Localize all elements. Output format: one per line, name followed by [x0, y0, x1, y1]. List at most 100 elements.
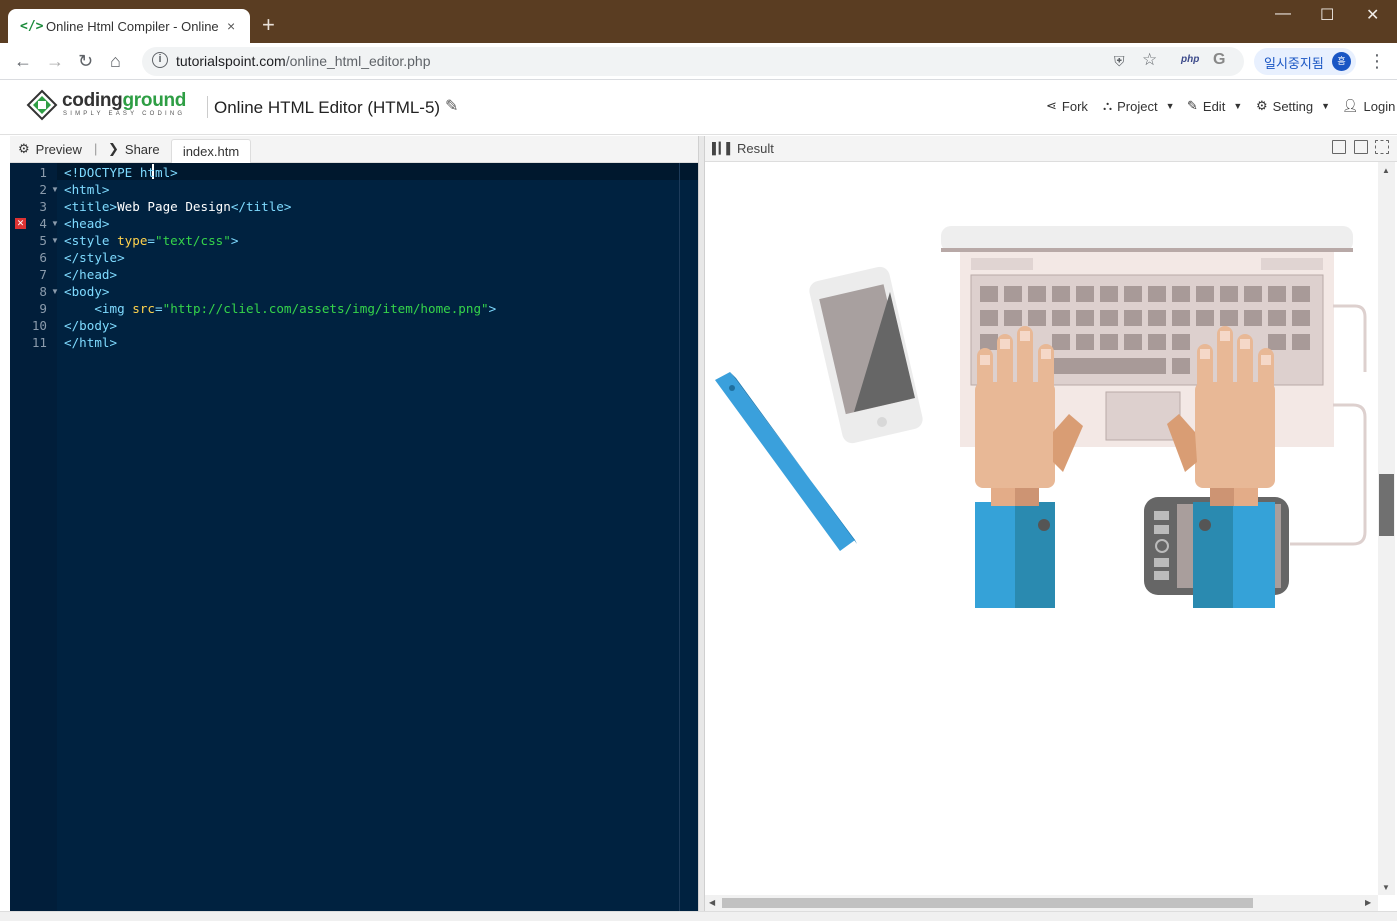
result-preview: ▲ ▼ ◀ ▶ [705, 162, 1397, 911]
gears-icon: ⚙ [18, 141, 30, 156]
reload-icon[interactable]: ↻ [78, 51, 93, 72]
setting-label: Setting [1272, 98, 1314, 114]
phone-icon [809, 266, 923, 444]
workspace-illustration [715, 226, 1367, 608]
url-path: /online_html_editor.php [285, 53, 431, 69]
code-line: <title>Web Page Design</title> [64, 199, 292, 214]
browser-menu-icon[interactable]: ⋮ [1368, 51, 1386, 72]
code-text-area[interactable]: <!DOCTYPE html> <html> <title>Web Page D… [57, 163, 729, 911]
chevron-down-icon: ▼ [1321, 101, 1331, 111]
result-label: Result [737, 141, 774, 156]
fullscreen-icon[interactable] [1375, 140, 1389, 154]
setting-menu[interactable]: ⚙ Setting ▼ [1256, 98, 1330, 114]
blocked-shield-icon[interactable]: ⛨ [1114, 53, 1125, 70]
user-icon: 👤︎ [1342, 98, 1359, 113]
tab-index-htm[interactable]: index.htm [171, 139, 251, 164]
home-icon[interactable]: ⌂ [110, 51, 121, 72]
chevron-down-icon: ▼ [1233, 101, 1243, 111]
print-margin [679, 163, 680, 911]
minimize-icon[interactable]: — [1275, 5, 1291, 23]
scroll-left-icon[interactable]: ◀ [709, 898, 715, 907]
site-header: codingground SIMPLY EASY CODING Online H… [0, 81, 1397, 135]
expand-icon[interactable] [1354, 140, 1368, 154]
avatar: 흠 [1332, 52, 1351, 71]
code-line: <!DOCTYPE html> [64, 165, 178, 180]
bottom-border [0, 911, 1397, 921]
window-close-icon[interactable]: ✕ [1366, 5, 1379, 25]
error-icon[interactable]: ✕ [15, 218, 26, 229]
g-extension-icon[interactable]: G [1213, 51, 1225, 69]
line-number: 7 [39, 267, 47, 282]
vertical-scrollbar[interactable]: ▲ ▼ [1378, 162, 1395, 895]
line-number: 2 [39, 182, 47, 197]
fork-button[interactable]: ⋖ Fork [1046, 98, 1088, 114]
forward-icon[interactable]: → [46, 51, 64, 72]
fork-icon: ⋖ [1046, 98, 1057, 113]
url-domain: tutorialspoint.com [176, 53, 286, 69]
header-divider [207, 96, 208, 118]
horizontal-scroll-thumb[interactable] [722, 898, 1253, 908]
browser-navbar: ← → ↻ ⌂ i tutorialspoint.com/online_html… [0, 43, 1397, 80]
line-number: 8 [39, 284, 47, 299]
line-number: 10 [31, 318, 47, 333]
browser-tab[interactable]: </> Online Html Compiler - Online H × [8, 9, 250, 43]
edit-title-icon[interactable]: ✎ [445, 96, 458, 116]
sitemap-icon: ⛬ [1103, 98, 1113, 113]
tab-title: Online Html Compiler - Online H [46, 18, 221, 34]
line-number: 5 [39, 233, 47, 248]
address-bar[interactable]: i tutorialspoint.com/online_html_editor.… [142, 47, 1244, 76]
project-menu[interactable]: ⛬ Project ▼ [1103, 98, 1175, 114]
line-number: 1 [39, 165, 47, 180]
logo-accent: ground [122, 90, 187, 111]
new-tab-button[interactable]: + [262, 12, 275, 38]
login-label: Login [1363, 98, 1396, 114]
code-favicon-icon: </> [20, 18, 44, 34]
logo-tagline: SIMPLY EASY CODING [63, 111, 186, 117]
editor-gutter[interactable]: 1 2 ▼ 3 4 ▼ ✕ 5 ▼ 6 7 8 ▼ 9 10 11 [10, 163, 59, 911]
profile-paused-label: 일시중지됨 [1264, 56, 1324, 71]
browser-titlebar: </> Online Html Compiler - Online H × + … [0, 0, 1397, 43]
scroll-right-icon[interactable]: ▶ [1365, 898, 1371, 907]
edit-menu[interactable]: ✎ Edit ▼ [1187, 98, 1242, 114]
line-number: 6 [39, 250, 47, 265]
login-button[interactable]: 👤︎ Login [1342, 98, 1395, 114]
preview-label: Preview [35, 141, 82, 157]
site-info-icon[interactable]: i [152, 52, 168, 68]
maximize-icon[interactable]: ☐ [1320, 5, 1334, 25]
result-header: ▌▎▌ Result [705, 136, 1397, 162]
editor-toolbar: ⚙ Preview | ❯ Share index.htm [10, 136, 698, 164]
edit-label: Edit [1202, 98, 1226, 114]
php-extension-icon[interactable]: php [1181, 54, 1199, 65]
horizontal-scrollbar[interactable]: ◀ ▶ [705, 895, 1378, 911]
close-tab-icon[interactable]: × [227, 18, 235, 34]
line-number: 9 [39, 301, 47, 316]
code-line: <img src="http://cliel.com/assets/img/it… [94, 301, 497, 316]
share-button[interactable]: ❯ Share [108, 141, 160, 157]
url-text[interactable]: tutorialspoint.com/online_html_editor.ph… [176, 53, 431, 69]
code-editor[interactable]: 1 2 ▼ 3 4 ▼ ✕ 5 ▼ 6 7 8 ▼ 9 10 11 <!DOCT… [10, 163, 729, 911]
vertical-scroll-thumb[interactable] [1379, 474, 1394, 536]
code-line: <head> [64, 216, 110, 231]
codingground-logo-icon[interactable] [26, 89, 58, 121]
gear-icon: ⚙ [1256, 98, 1268, 113]
profile-paused-button[interactable]: 일시중지됨 흠 [1254, 48, 1356, 75]
pane-splitter[interactable] [698, 136, 705, 911]
line-number: 3 [39, 199, 47, 214]
fork-label: Fork [1061, 98, 1088, 114]
bookmark-star-icon[interactable]: ☆ [1142, 50, 1157, 70]
chevron-down-icon: ▼ [1165, 101, 1175, 111]
code-line: </html> [64, 335, 118, 350]
code-line: <body> [64, 284, 110, 299]
preview-button[interactable]: ⚙ Preview [18, 141, 82, 157]
logo-main: coding [62, 90, 123, 111]
code-line: </head> [64, 267, 118, 282]
page-title: Online HTML Editor (HTML-5) [214, 98, 441, 117]
collapse-icon[interactable] [1332, 140, 1346, 154]
logo-text[interactable]: codingground [62, 90, 186, 112]
scroll-up-icon[interactable]: ▲ [1382, 166, 1390, 175]
result-tab[interactable]: ▌▎▌ Result [712, 141, 774, 156]
code-line: <style type="text/css"> [64, 233, 239, 248]
scroll-down-icon[interactable]: ▼ [1382, 883, 1390, 892]
bar-chart-icon: ▌▎▌ [712, 143, 734, 155]
back-icon[interactable]: ← [14, 51, 32, 72]
